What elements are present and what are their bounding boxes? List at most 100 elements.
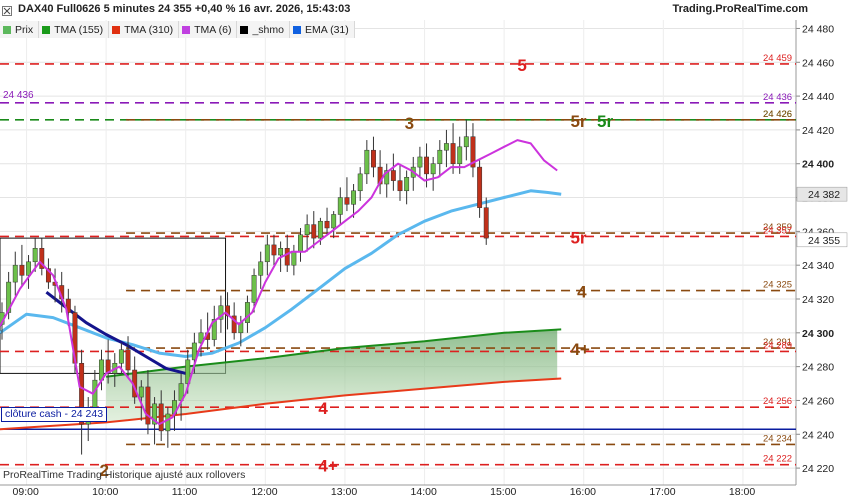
level-value-label: 24 436 [763, 92, 792, 103]
brand-label: Trading.ProRealTime.com [672, 3, 808, 15]
candle-body [145, 386, 151, 425]
y-tick-label: 24 300 [802, 328, 834, 340]
x-tick-label: 10:00 [92, 486, 118, 498]
candle-body [351, 190, 357, 205]
legend-swatch [112, 25, 121, 34]
candle-body [390, 170, 396, 181]
candle-body [304, 224, 310, 235]
candle-body [404, 177, 410, 192]
candle-body [264, 244, 270, 263]
legend-item[interactable]: _shmo [237, 21, 290, 38]
y-tick-label: 24 240 [802, 429, 834, 441]
candle-body [258, 261, 264, 276]
candle-body [430, 163, 436, 175]
legend-item[interactable]: TMA (6) [179, 21, 238, 38]
candle-body [344, 197, 350, 205]
y-tick-label: 24 400 [802, 159, 834, 171]
level-tag: 5 [517, 56, 526, 75]
level-tag: 5r [597, 112, 613, 131]
chart-title: DAX40 Full0626 5 minutes 24 355 +0,40 % … [18, 3, 351, 15]
level-value-label: 24 256 [763, 396, 792, 407]
candle-body [483, 207, 489, 239]
candle-body [19, 264, 25, 276]
y-tick-label: 24 340 [802, 260, 834, 272]
price-axis-area [796, 0, 850, 500]
legend-label: Prix [15, 23, 34, 36]
candle-body [138, 386, 144, 398]
candle-body [364, 149, 370, 175]
level-value-label: 24 234 [763, 433, 792, 444]
level-value-label: 24 222 [763, 454, 792, 465]
y-tick-label: 24 220 [802, 463, 834, 475]
x-tick-label: 18:00 [729, 486, 755, 498]
level-value-label: 24 325 [763, 280, 792, 291]
level-value-label: 24 289 [763, 340, 792, 351]
level-tag: 4+ [318, 457, 337, 476]
candle-body [278, 248, 284, 256]
candle-body [26, 261, 31, 276]
legend-label: TMA (310) [124, 23, 174, 36]
x-tick-label: 11:00 [172, 486, 198, 498]
candle-body [324, 220, 330, 229]
candle-body [331, 214, 337, 229]
candle-body [357, 173, 363, 192]
y-tick-label: 24 440 [802, 91, 834, 103]
y-tick-label: 24 280 [802, 362, 834, 374]
level-tag: 4 [318, 399, 328, 418]
candle-body [317, 220, 323, 239]
legend-swatch [292, 25, 301, 34]
legend-label: TMA (155) [54, 23, 104, 36]
candle-body [284, 248, 290, 266]
y-tick-label: 24 260 [802, 395, 834, 407]
x-tick-label: 15:00 [490, 486, 516, 498]
candle-body [424, 156, 429, 175]
candle-body [298, 234, 303, 252]
candle-body [32, 248, 38, 263]
candle-body [417, 156, 423, 168]
level-tag: 4 [577, 283, 587, 302]
level-value-label: 24 357 [763, 225, 792, 236]
level-left-label: 24 436 [3, 90, 34, 101]
legend-swatch [42, 25, 51, 34]
x-tick-label: 14:00 [411, 486, 437, 498]
candle-body [271, 244, 277, 256]
legend-label: EMA (31) [304, 23, 349, 36]
candle-body [450, 143, 456, 164]
candle-body [311, 224, 317, 239]
legend-item[interactable]: EMA (31) [289, 21, 355, 38]
close-chart-icon[interactable] [2, 3, 12, 16]
indicator-legend: Prix TMA (155) TMA (310) TMA (6) _shmo EMA (3… [0, 21, 355, 38]
y-tick-label: 24 460 [802, 57, 834, 69]
candle-body [457, 146, 463, 164]
legend-label: _shmo [252, 23, 284, 36]
candle-body [158, 403, 164, 432]
candle-body [251, 275, 257, 303]
x-tick-label: 09:00 [13, 486, 39, 498]
candle-body [337, 197, 343, 215]
legend-item[interactable]: Prix [0, 21, 40, 38]
candle-body [118, 349, 124, 364]
y-tick-label: 24 480 [802, 23, 834, 35]
x-tick-label: 12:00 [251, 486, 277, 498]
legend-item[interactable]: TMA (155) [39, 21, 110, 38]
level-tag: 4+ [570, 340, 589, 359]
level-value-label: 24 459 [763, 53, 792, 64]
level-tag: 5r [570, 228, 586, 247]
candle-body [397, 180, 403, 192]
legend-label: TMA (6) [194, 23, 232, 36]
x-tick-label: 13:00 [331, 486, 357, 498]
x-tick-label: 17:00 [649, 486, 675, 498]
candle-body [165, 413, 171, 432]
last-price-marker: 24 355 [808, 235, 840, 247]
candle-body [443, 143, 449, 151]
candle-body [477, 166, 483, 208]
level-value-label: 24 426 [763, 109, 792, 120]
price-chart[interactable]: 24 220 24 240 24 260 24 280 24 300 24 320 24 3… [0, 0, 850, 500]
level-tag: 5r [570, 112, 586, 131]
y-tick-label: 24 320 [802, 294, 834, 306]
cash-close-label: clôture cash - 24 243 [1, 407, 108, 422]
legend-item[interactable]: TMA (310) [109, 21, 180, 38]
legend-swatch [3, 25, 11, 34]
candle-body [291, 251, 297, 266]
ema-price-marker: 24 382 [808, 189, 840, 201]
